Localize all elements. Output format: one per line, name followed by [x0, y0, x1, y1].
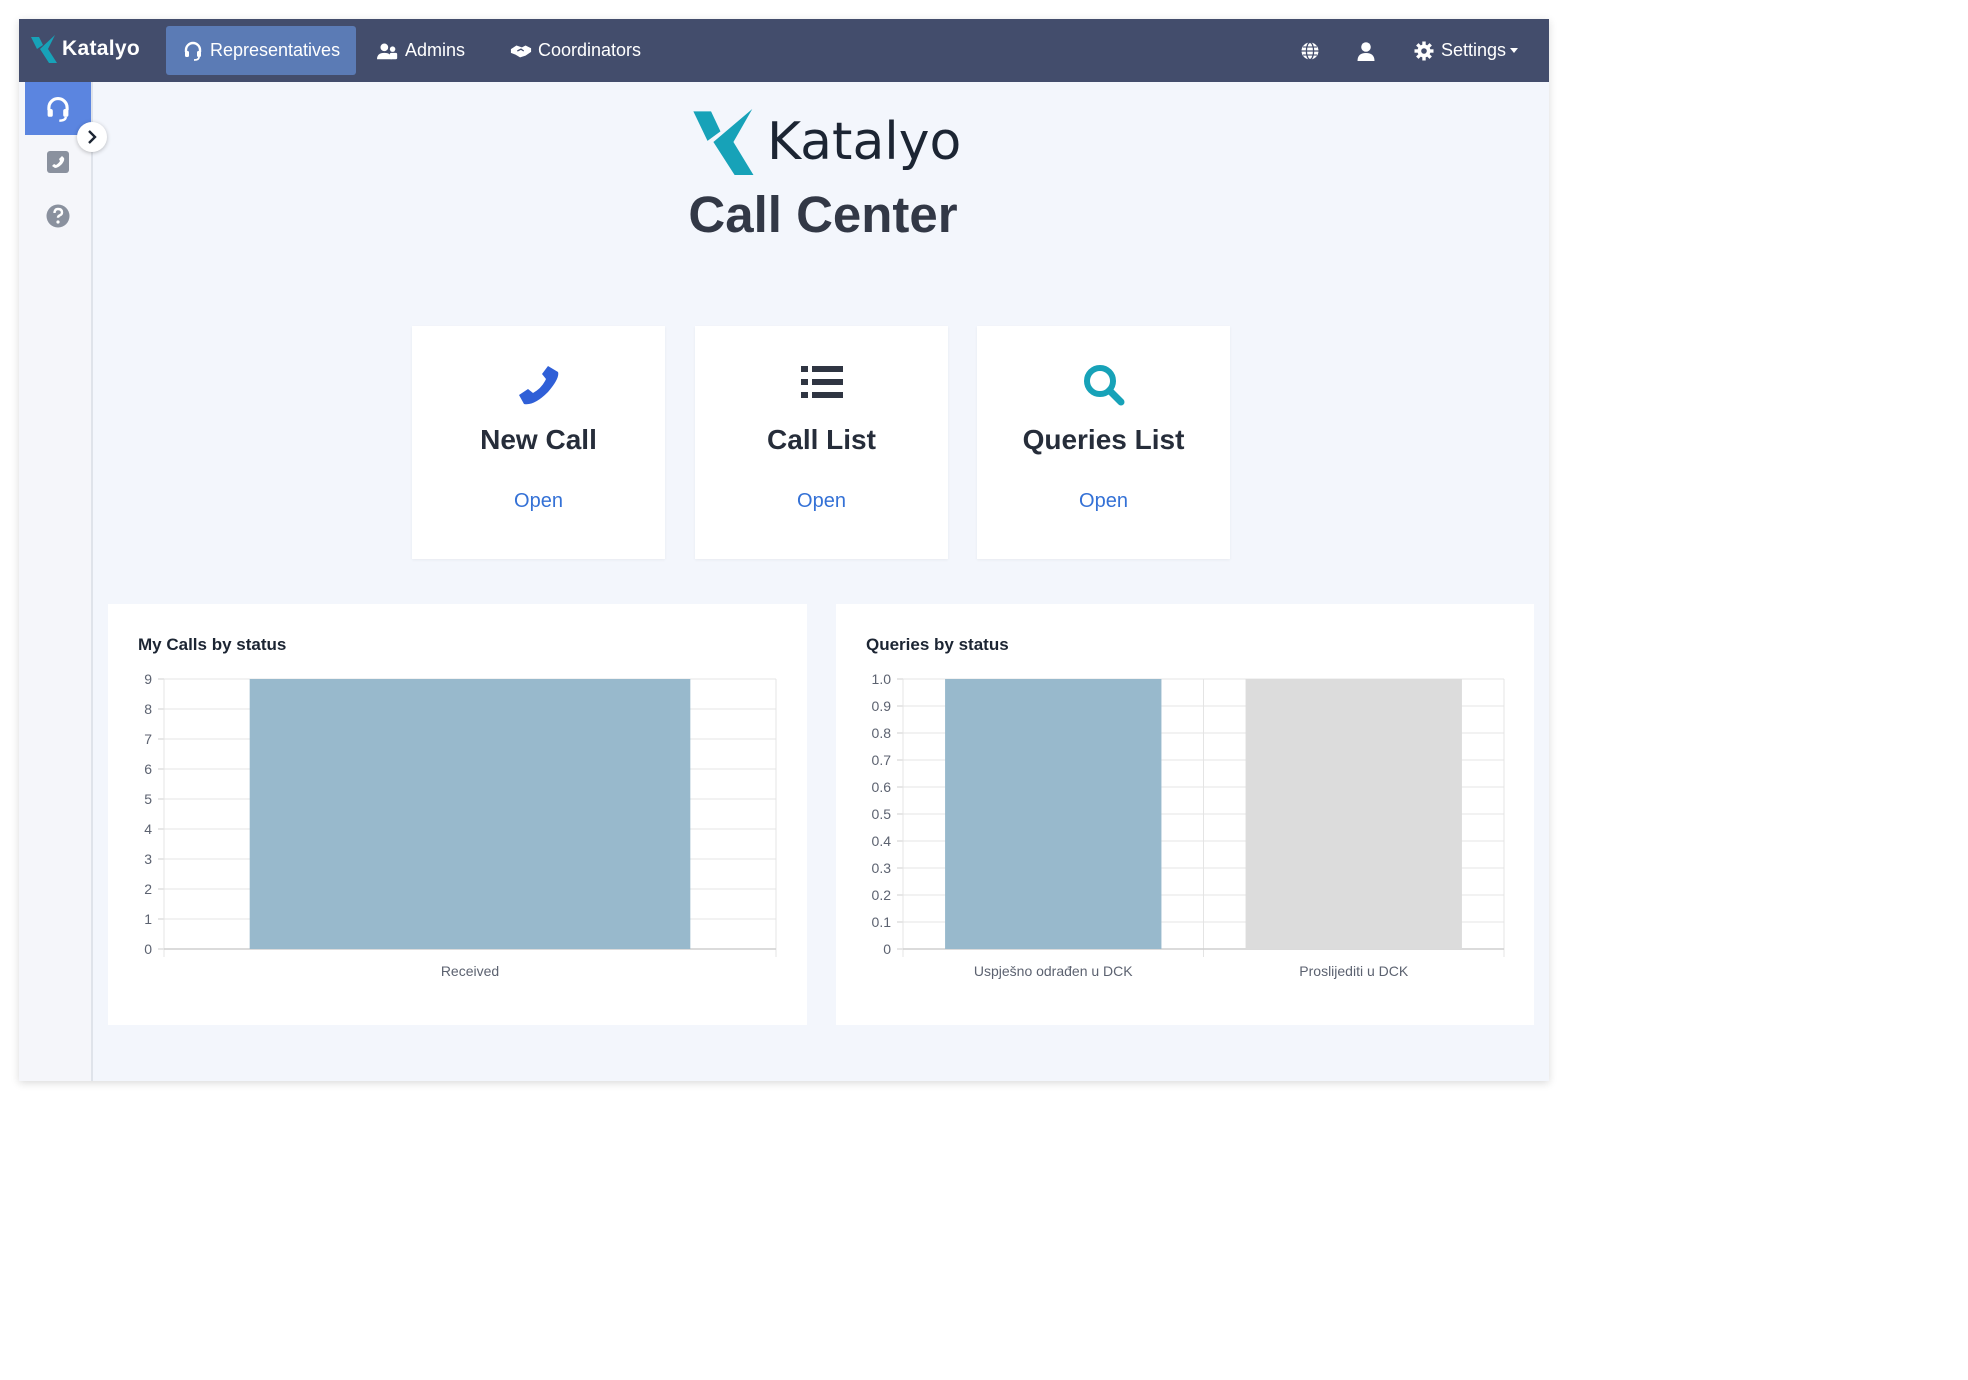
user-menu-button[interactable] [1347, 26, 1385, 75]
nav-admins[interactable]: Admins [361, 26, 481, 75]
chart-panel-queries: 0 0.1 0.2 0.3 0.4 0.5 0.6 0.7 0.8 0.9 1.0 Uspješno … [836, 604, 1534, 1025]
nav-admins-label: Admins [405, 40, 466, 60]
chart-title: Queries by status [866, 635, 1009, 654]
phone-icon [412, 364, 665, 406]
users-icon [377, 40, 399, 62]
y-tick-label: 5 [144, 791, 152, 807]
globe-icon [1299, 40, 1321, 62]
katalyo-logo-icon [31, 35, 57, 63]
sidebar-item-help[interactable] [25, 189, 91, 242]
y-tick-label: 0.9 [872, 698, 892, 714]
open-link[interactable]: Open [695, 490, 948, 513]
bar [945, 679, 1162, 949]
y-tick-label: 0 [883, 941, 891, 957]
y-tick-label: 0.2 [872, 887, 892, 903]
bar-chart: 0 1 2 3 4 5 6 7 8 9 Received [144, 671, 777, 979]
open-link[interactable]: Open [977, 490, 1230, 513]
handshake-icon [510, 40, 532, 62]
card-queries-list: Queries List Open [977, 326, 1230, 559]
caret-down-icon [1510, 48, 1519, 53]
headset-icon [182, 40, 204, 62]
settings-dropdown[interactable]: Settings [1403, 26, 1528, 75]
card-title: New Call [480, 424, 597, 455]
sidebar-toggle[interactable] [77, 122, 107, 152]
bar-chart: 0 0.1 0.2 0.3 0.4 0.5 0.6 0.7 0.8 0.9 1.0 Uspješno … [872, 671, 1505, 979]
bar [1245, 679, 1462, 949]
y-tick-label: 1.0 [872, 671, 892, 687]
y-tick-label: 0.4 [872, 833, 892, 849]
y-tick-label: 8 [144, 701, 152, 717]
y-tick-label: 2 [144, 881, 152, 897]
open-link[interactable]: Open [412, 490, 665, 513]
nav-representatives-label: Representatives [210, 40, 341, 60]
card-call-list: Call List Open [695, 326, 948, 559]
y-tick-label: 0.6 [872, 779, 892, 795]
y-tick-label: 0.7 [872, 752, 892, 768]
y-tick-label: 0 [144, 941, 152, 957]
language-button[interactable] [1291, 26, 1329, 75]
chart-panel-my-calls: 0 1 2 3 4 5 6 7 8 9 Received My Calls by status [108, 604, 807, 1025]
chart-title: My Calls by status [138, 635, 287, 654]
y-tick-label: 6 [144, 761, 152, 777]
question-circle-icon [46, 204, 70, 227]
hero-logo: Katalyo [693, 109, 961, 175]
x-tick-label: Uspješno odrađen u DCK [974, 963, 1133, 979]
y-tick-label: 9 [144, 671, 152, 687]
brand-name: Katalyo [62, 37, 140, 60]
nav-coordinators[interactable]: Coordinators [494, 26, 657, 75]
y-tick-label: 3 [144, 851, 152, 867]
y-tick-label: 1 [144, 911, 152, 927]
list-icon [695, 364, 948, 400]
x-tick-label: Proslijediti u DCK [1299, 963, 1409, 979]
y-tick-label: 0.8 [872, 725, 892, 741]
y-tick-label: 0.3 [872, 860, 892, 876]
katalyo-logo-icon [693, 109, 754, 175]
gear-icon [1413, 40, 1435, 62]
settings-label: Settings [1441, 40, 1507, 60]
y-tick-label: 4 [144, 821, 152, 837]
top-navbar: Katalyo Representatives Admins Coordinat… [19, 19, 1549, 82]
card-new-call: New Call Open [412, 326, 665, 559]
hero-logo-text: Katalyo [767, 112, 962, 172]
brand[interactable]: Katalyo [31, 35, 140, 63]
sidebar [19, 82, 93, 1081]
phone-square-icon [47, 150, 69, 173]
chevron-right-icon [88, 130, 97, 144]
app-window: Katalyo Representatives Admins Coordinat… [19, 19, 1549, 1081]
bar [249, 679, 691, 949]
user-icon [1355, 40, 1377, 62]
y-tick-label: 0.1 [872, 914, 892, 930]
x-tick-label: Received [441, 963, 499, 979]
nav-representatives[interactable]: Representatives [166, 26, 357, 75]
nav-coordinators-label: Coordinators [538, 40, 642, 60]
y-tick-label: 7 [144, 731, 152, 747]
y-tick-label: 0.5 [872, 806, 892, 822]
card-title: Queries List [1022, 424, 1185, 455]
headset-icon [47, 96, 69, 122]
page-title: Call Center [688, 186, 958, 243]
card-title: Call List [767, 424, 876, 455]
search-icon [977, 364, 1230, 406]
